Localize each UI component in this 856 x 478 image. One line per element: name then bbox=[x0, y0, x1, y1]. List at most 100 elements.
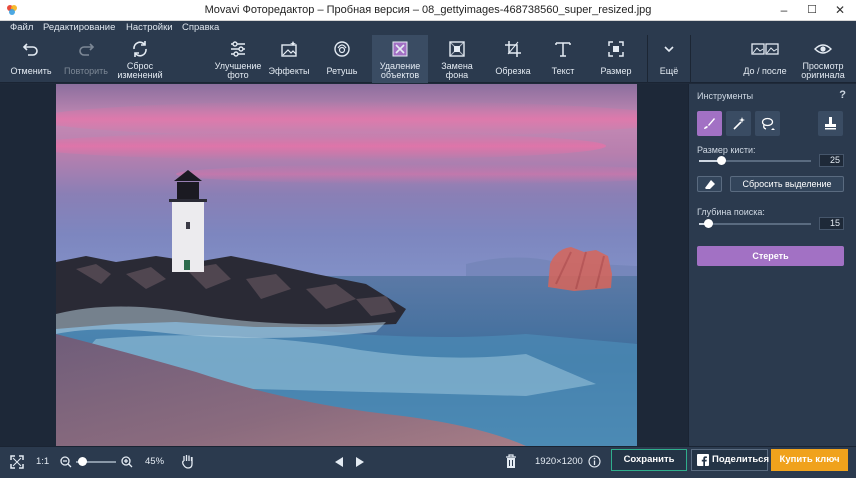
share-label: Поделиться bbox=[712, 454, 770, 465]
status-bar: 1:1 45% 1920×1200 Сохранить Поделиться К… bbox=[0, 446, 856, 478]
app-window: Movavi Фоторедактор – Пробная версия – 0… bbox=[0, 0, 856, 478]
text-icon bbox=[555, 42, 571, 57]
sliders-icon bbox=[231, 41, 245, 57]
search-depth-slider[interactable] bbox=[699, 219, 811, 228]
window-title: Movavi Фоторедактор – Пробная версия – 0… bbox=[204, 4, 652, 16]
photo-image bbox=[56, 84, 637, 446]
minimize-button[interactable]: – bbox=[770, 0, 798, 21]
menu-file[interactable]: Файл bbox=[10, 22, 33, 33]
zoom-level: 45% bbox=[145, 456, 165, 467]
toolbar: Отменить Повторить Сброс изменений Улучш… bbox=[0, 35, 856, 83]
facebook-icon bbox=[697, 454, 709, 466]
trash-icon[interactable] bbox=[505, 454, 517, 469]
magic-wand-tool-button[interactable] bbox=[726, 111, 751, 136]
refresh-icon bbox=[133, 41, 147, 57]
toolbar-divider bbox=[690, 35, 691, 83]
before-after-icon bbox=[751, 43, 779, 55]
crop-label: Обрезка bbox=[495, 66, 531, 76]
next-image-icon[interactable] bbox=[355, 456, 365, 468]
resize-button[interactable]: Размер bbox=[592, 35, 640, 83]
help-icon[interactable]: ? bbox=[839, 89, 846, 101]
stamp-icon bbox=[825, 117, 836, 130]
close-button[interactable]: ✕ bbox=[826, 0, 854, 21]
enhance-label-2: фото bbox=[227, 70, 249, 80]
background-replace-label-2: фона bbox=[445, 70, 469, 80]
hand-icon[interactable] bbox=[180, 453, 196, 470]
eraser-button[interactable] bbox=[697, 176, 722, 192]
redo-button[interactable]: Повторить bbox=[58, 35, 114, 83]
search-depth-knob[interactable] bbox=[703, 219, 713, 228]
eye-icon bbox=[814, 44, 832, 54]
previous-image-icon[interactable] bbox=[334, 456, 344, 468]
search-depth-field[interactable]: 15 bbox=[819, 217, 844, 230]
text-label: Текст bbox=[551, 66, 575, 76]
background-replace-button[interactable]: Замена фона bbox=[430, 35, 484, 83]
menu-settings[interactable]: Настройки bbox=[126, 22, 173, 33]
reset-selection-button[interactable]: Сбросить выделение bbox=[730, 176, 844, 192]
eraser-icon bbox=[705, 180, 715, 189]
lasso-tool-button[interactable] bbox=[755, 111, 780, 136]
title-bar: Movavi Фоторедактор – Пробная версия – 0… bbox=[0, 0, 856, 21]
brush-size-label: Размер кисти: bbox=[697, 145, 756, 155]
brush-size-field[interactable]: 25 bbox=[819, 154, 844, 167]
zoom-knob[interactable] bbox=[78, 457, 87, 466]
before-after-button[interactable]: До / после bbox=[734, 35, 796, 83]
menu-help[interactable]: Справка bbox=[182, 22, 219, 33]
reset-changes-button[interactable]: Сброс изменений bbox=[112, 35, 168, 83]
brush-size-knob[interactable] bbox=[717, 156, 727, 165]
panel-title: Инструменты bbox=[697, 91, 754, 101]
crop-button[interactable]: Обрезка bbox=[488, 35, 538, 83]
view-original-button[interactable]: Просмотр оригинала bbox=[796, 35, 850, 83]
before-after-label: До / после bbox=[743, 66, 787, 76]
more-button[interactable]: Ещё bbox=[650, 35, 688, 83]
text-button[interactable]: Текст bbox=[540, 35, 586, 83]
selected-object-highlight bbox=[548, 247, 612, 291]
retouch-label: Ретушь bbox=[326, 66, 358, 76]
toolbar-divider bbox=[647, 35, 648, 83]
brush-tool-button[interactable] bbox=[697, 111, 722, 136]
image-dimensions: 1920×1200 bbox=[535, 456, 583, 467]
zoom-in-icon[interactable] bbox=[121, 456, 133, 468]
brush-size-slider[interactable] bbox=[699, 156, 811, 165]
view-original-label-2: оригинала bbox=[801, 70, 845, 80]
menu-bar: Файл Редактирование Настройки Справка bbox=[0, 21, 856, 35]
buy-key-button[interactable]: Купить ключ bbox=[771, 449, 848, 471]
info-icon[interactable] bbox=[588, 455, 601, 468]
reset-changes-label-2: изменений bbox=[117, 70, 163, 80]
fit-screen-icon[interactable] bbox=[10, 455, 24, 469]
object-removal-label-2: объектов bbox=[380, 70, 420, 80]
effects-button[interactable]: Эффекты bbox=[266, 35, 312, 83]
object-removal-button[interactable]: Удаление объектов bbox=[372, 35, 428, 83]
lasso-icon bbox=[761, 117, 775, 130]
undo-button[interactable]: Отменить bbox=[6, 35, 56, 83]
search-depth-label: Глубина поиска: bbox=[697, 207, 765, 217]
effects-label: Эффекты bbox=[268, 66, 310, 76]
stamp-tool-button[interactable] bbox=[818, 111, 843, 136]
chevron-down-icon bbox=[664, 46, 674, 53]
photo-canvas[interactable] bbox=[56, 84, 637, 446]
crop-icon bbox=[505, 41, 521, 57]
actual-size-button[interactable]: 1:1 bbox=[36, 456, 49, 467]
background-replace-icon bbox=[449, 41, 465, 57]
undo-icon bbox=[22, 43, 38, 56]
effects-icon bbox=[281, 41, 297, 57]
magic-wand-icon bbox=[733, 117, 745, 130]
undo-label: Отменить bbox=[10, 66, 52, 76]
erase-button[interactable]: Стереть bbox=[697, 246, 844, 266]
tools-panel: Инструменты ? Размер кисти: 25 Сбросить … bbox=[688, 84, 856, 446]
retouch-button[interactable]: Ретушь bbox=[318, 35, 366, 83]
resize-icon bbox=[608, 41, 624, 57]
redo-label: Повторить bbox=[64, 66, 108, 76]
brush-icon bbox=[704, 118, 715, 129]
enhance-photo-button[interactable]: Улучшение фото bbox=[210, 35, 266, 83]
save-button[interactable]: Сохранить bbox=[611, 449, 687, 471]
resize-label: Размер bbox=[600, 66, 632, 76]
menu-edit[interactable]: Редактирование bbox=[43, 22, 115, 33]
object-removal-icon bbox=[392, 41, 408, 57]
zoom-out-icon[interactable] bbox=[60, 456, 72, 468]
more-label: Ещё bbox=[659, 66, 679, 76]
share-button[interactable]: Поделиться bbox=[691, 449, 770, 471]
redo-icon bbox=[79, 43, 95, 56]
face-icon bbox=[334, 41, 350, 57]
maximize-button[interactable]: ☐ bbox=[798, 0, 826, 21]
